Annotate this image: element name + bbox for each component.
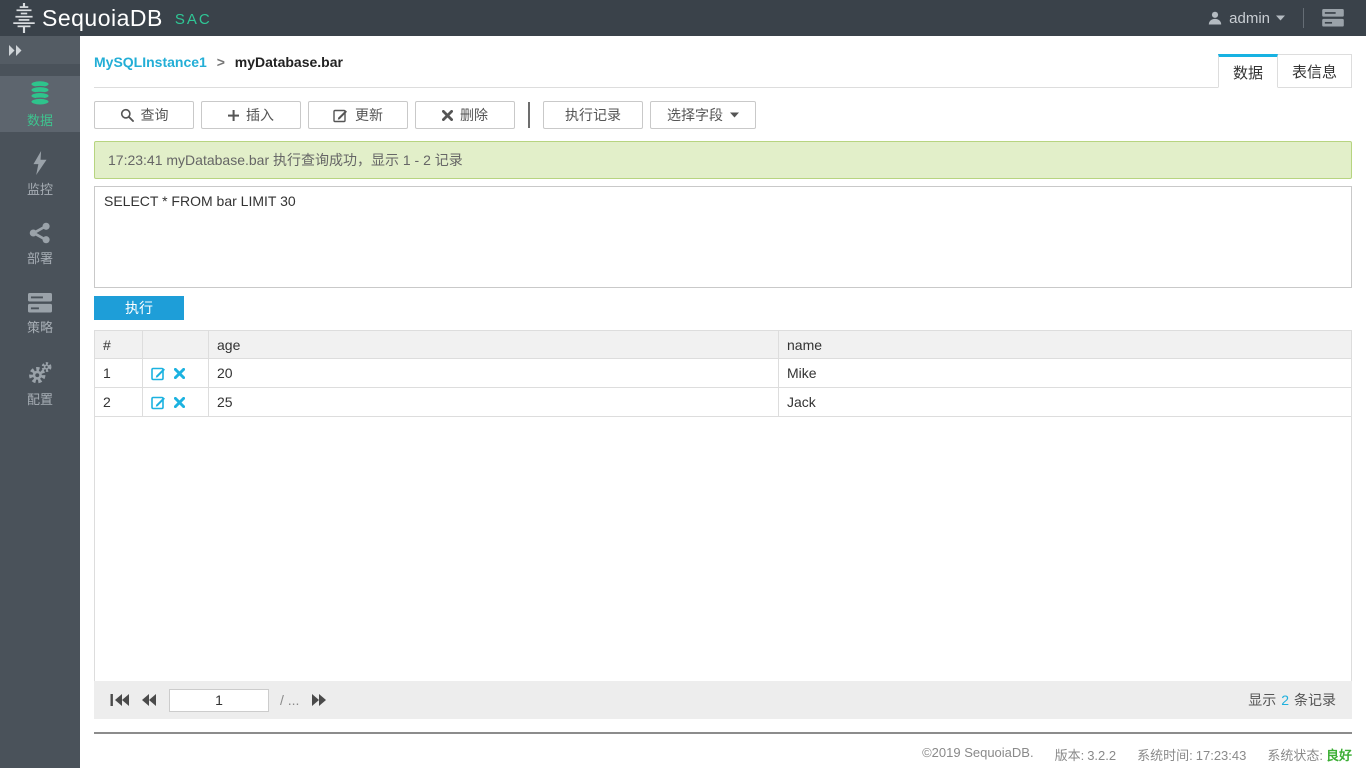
breadcrumb: MySQLInstance1 > myDatabase.bar xyxy=(94,54,343,70)
update-button[interactable]: 更新 xyxy=(308,101,408,129)
footer-system-time: 系统时间:17:23:43 xyxy=(1134,745,1246,764)
sidebar-item-label: 配置 xyxy=(27,389,53,408)
first-page-button[interactable] xyxy=(110,693,130,707)
topbar: SequoiaDB SAC admin xyxy=(0,0,1366,36)
execution-history-button[interactable]: 执行记录 xyxy=(543,101,643,129)
sidebar-item-label: 监控 xyxy=(27,179,53,198)
database-icon xyxy=(27,80,53,106)
table-row: 2 xyxy=(95,388,1352,417)
breadcrumb-separator: > xyxy=(217,54,225,70)
footer-version: 版本:3.2.2 xyxy=(1052,745,1117,764)
chevron-down-icon xyxy=(1276,15,1285,21)
status-badge: 良好 xyxy=(1326,748,1352,763)
record-count: 2 xyxy=(1281,692,1289,708)
gears-icon xyxy=(28,361,52,385)
page-total-label: / ... xyxy=(280,692,299,708)
sidebar-item-deploy[interactable]: 部署 xyxy=(0,216,80,272)
plus-icon xyxy=(228,110,239,121)
breadcrumb-current-table: myDatabase.bar xyxy=(235,54,343,70)
sql-input[interactable]: SELECT * FROM bar LIMIT 30 xyxy=(94,186,1352,288)
delete-button[interactable]: 删除 xyxy=(415,101,515,129)
brand: SequoiaDB SAC xyxy=(10,3,212,33)
search-icon xyxy=(120,108,134,122)
sidebar-item-label: 数据 xyxy=(27,110,53,129)
next-page-button[interactable] xyxy=(310,693,327,707)
view-tabs: 数据 表信息 xyxy=(1218,54,1352,88)
row-index: 2 xyxy=(95,388,143,417)
main-content: MySQLInstance1 > myDatabase.bar 数据 表信息 查… xyxy=(80,36,1366,768)
execute-button[interactable]: 执行 xyxy=(94,296,184,320)
double-chevron-right-icon xyxy=(9,45,23,56)
results-table: # age name 1 xyxy=(94,330,1352,417)
user-name: admin xyxy=(1229,10,1270,27)
toolbar: 查询 插入 更新 xyxy=(94,101,1352,129)
sidebar: 数据 监控 xyxy=(0,36,80,768)
records-summary: 显示2条记录 xyxy=(1248,690,1336,710)
tab-table-info[interactable]: 表信息 xyxy=(1278,54,1352,88)
cell-age[interactable]: 20 xyxy=(209,359,779,388)
caret-down-icon xyxy=(730,112,739,118)
cell-age[interactable]: 25 xyxy=(209,388,779,417)
page-number-input[interactable] xyxy=(169,689,269,712)
row-index: 1 xyxy=(95,359,143,388)
delete-record-icon[interactable] xyxy=(174,368,185,379)
header-age: age xyxy=(209,331,779,359)
sidebar-item-config[interactable]: 配置 xyxy=(0,356,80,412)
server-icon xyxy=(28,293,52,313)
header-index: # xyxy=(95,331,143,359)
insert-button[interactable]: 插入 xyxy=(201,101,301,129)
header-actions xyxy=(143,331,209,359)
tab-data[interactable]: 数据 xyxy=(1218,54,1278,88)
query-button[interactable]: 查询 xyxy=(94,101,194,129)
sidebar-expand-toggle[interactable] xyxy=(0,36,80,64)
prev-page-button[interactable] xyxy=(141,693,158,707)
page-header: MySQLInstance1 > myDatabase.bar 数据 表信息 xyxy=(94,36,1352,88)
header-name: name xyxy=(779,331,1352,359)
user-icon xyxy=(1207,10,1223,26)
cell-name[interactable]: Jack xyxy=(779,388,1352,417)
topbar-divider xyxy=(1303,8,1304,28)
edit-record-icon[interactable] xyxy=(151,366,166,381)
sidebar-item-strategy[interactable]: 策略 xyxy=(0,286,80,342)
footer: ©2019 SequoiaDB. 版本:3.2.2 系统时间:17:23:43 … xyxy=(94,745,1352,764)
pagination-bar: / ... 显示2条记录 xyxy=(94,681,1352,719)
sidebar-item-monitor[interactable]: 监控 xyxy=(0,146,80,202)
x-icon xyxy=(442,110,453,121)
toolbar-divider xyxy=(528,102,530,128)
hosts-menu-icon[interactable] xyxy=(1322,9,1344,27)
success-message: 17:23:41 myDatabase.bar 执行查询成功，显示 1 - 2 … xyxy=(94,141,1352,179)
brand-suffix: SAC xyxy=(175,11,212,28)
cell-name[interactable]: Mike xyxy=(779,359,1352,388)
lightning-icon xyxy=(31,151,49,175)
footer-system-status: 系统状态:良好 xyxy=(1264,745,1352,764)
sidebar-item-label: 策略 xyxy=(27,317,53,336)
sidebar-item-data[interactable]: 数据 xyxy=(0,76,80,132)
sequoia-tree-logo-icon xyxy=(10,3,38,33)
results-empty-area xyxy=(94,417,1352,681)
table-row: 1 xyxy=(95,359,1352,388)
user-menu[interactable]: admin xyxy=(1207,10,1285,27)
edit-record-icon[interactable] xyxy=(151,395,166,410)
footer-divider xyxy=(94,732,1352,734)
delete-record-icon[interactable] xyxy=(174,397,185,408)
sidebar-item-label: 部署 xyxy=(27,248,53,267)
table-header-row: # age name xyxy=(95,331,1352,359)
footer-copyright: ©2019 SequoiaDB. xyxy=(922,745,1034,764)
edit-square-icon xyxy=(333,108,348,123)
select-fields-dropdown[interactable]: 选择字段 xyxy=(650,101,756,129)
share-nodes-icon xyxy=(29,222,51,244)
breadcrumb-instance-link[interactable]: MySQLInstance1 xyxy=(94,54,207,70)
brand-name: SequoiaDB xyxy=(42,5,163,32)
